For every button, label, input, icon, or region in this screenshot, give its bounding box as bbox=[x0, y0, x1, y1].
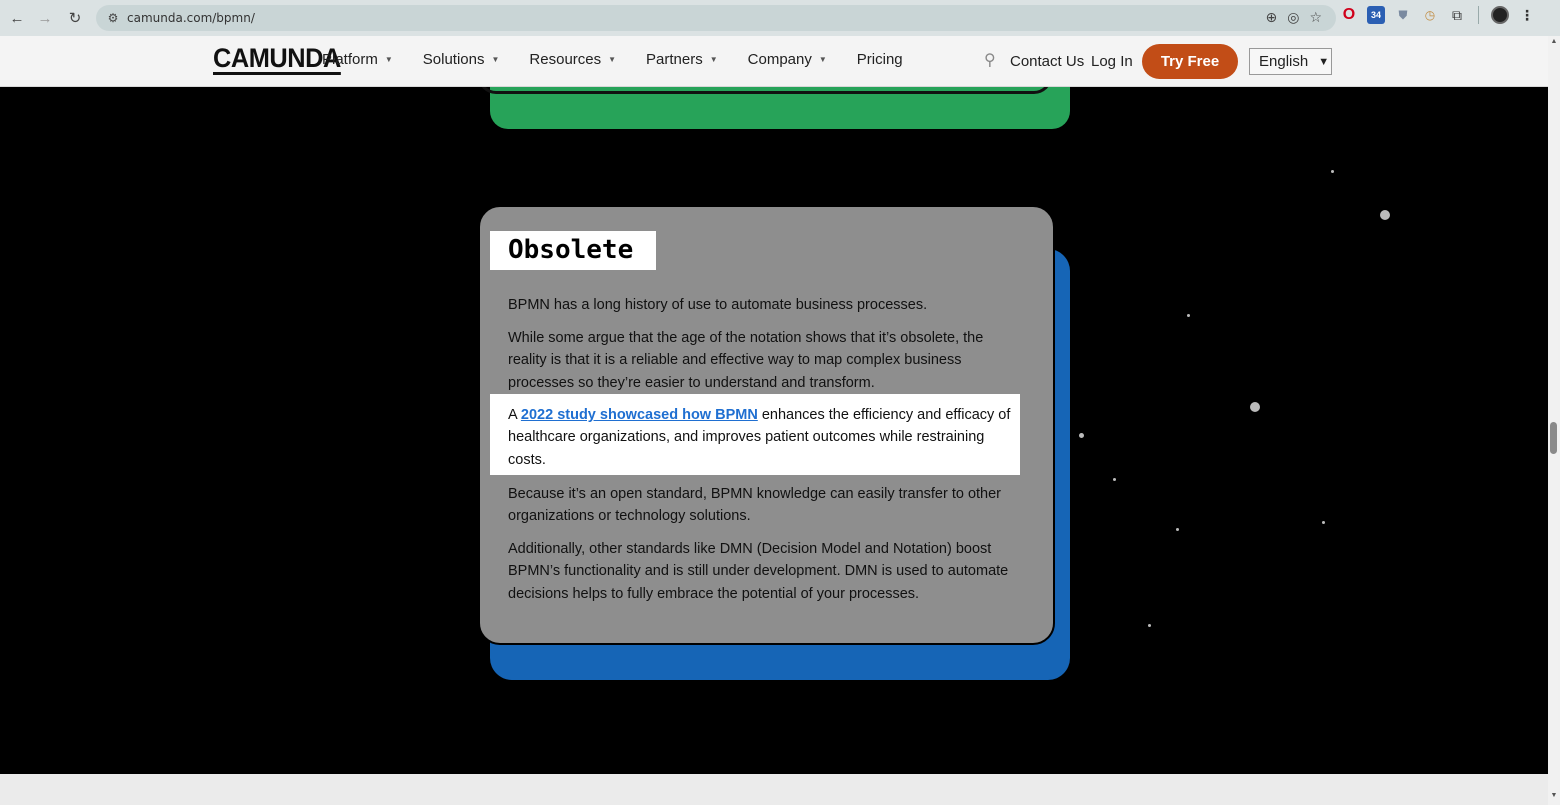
scrollbar-thumb[interactable] bbox=[1550, 422, 1557, 454]
url-text[interactable]: camunda.com/bpmn/ bbox=[127, 11, 255, 25]
profile-avatar[interactable] bbox=[1491, 6, 1509, 24]
card-title: Obsolete bbox=[508, 235, 634, 265]
toolbar-divider bbox=[1478, 6, 1479, 24]
star-decoration bbox=[1380, 210, 1390, 220]
star-decoration bbox=[1331, 170, 1334, 173]
translate-extension-icon[interactable]: 34 bbox=[1367, 6, 1385, 24]
scrollbar-track[interactable] bbox=[1548, 36, 1560, 805]
bookmark-star-icon[interactable]: ☆ bbox=[1309, 9, 1322, 26]
opera-extension-icon[interactable]: O bbox=[1340, 6, 1358, 24]
clock-extension-icon[interactable]: ◷ bbox=[1421, 6, 1439, 24]
forward-icon[interactable]: → bbox=[31, 4, 59, 32]
eye-off-icon[interactable]: ◎ bbox=[1287, 9, 1299, 26]
site-info-icon[interactable]: ⚙ bbox=[103, 11, 123, 25]
card-paragraph: BPMN has a long history of use to automa… bbox=[508, 297, 928, 313]
card-paragraph-highlighted: A 2022 study showcased how BPMN enhances… bbox=[508, 404, 1018, 471]
scroll-up-arrow-icon[interactable]: ▲ bbox=[1548, 38, 1560, 45]
card-paragraph: Because it’s an open standard, BPMN know… bbox=[508, 486, 1002, 525]
extensions-puzzle-icon[interactable]: ⧉ bbox=[1448, 6, 1466, 24]
login-link[interactable]: Log In bbox=[1091, 53, 1133, 70]
reload-icon[interactable]: ↻ bbox=[61, 4, 89, 32]
scroll-down-arrow-icon[interactable]: ▼ bbox=[1548, 792, 1560, 799]
card-paragraph: While some argue that the age of the not… bbox=[508, 330, 984, 391]
address-bar[interactable]: ⚙ camunda.com/bpmn/ ⊕ ◎ ☆ bbox=[96, 5, 1336, 31]
back-icon[interactable]: ← bbox=[3, 4, 31, 32]
previous-card-edge bbox=[478, 87, 1052, 94]
star-decoration bbox=[1113, 478, 1116, 481]
shield-extension-icon[interactable]: ⛊ bbox=[1394, 6, 1412, 24]
language-select[interactable]: English ▼ bbox=[1249, 48, 1332, 75]
browser-menu-icon[interactable]: ⋮ bbox=[1518, 6, 1536, 24]
browser-toolbar: ← → ↻ ⚙ camunda.com/bpmn/ ⊕ ◎ ☆ O 34 ⛊ ◷… bbox=[0, 0, 1560, 36]
star-decoration bbox=[1148, 624, 1151, 627]
obsolete-card: Obsolete BPMN has a long history of use … bbox=[478, 205, 1055, 645]
star-decoration bbox=[1079, 433, 1084, 438]
site-header: CAMUNDA Platform ▼ Solutions ▼ Resources ▼ … bbox=[0, 36, 1548, 87]
try-free-button[interactable]: Try Free bbox=[1142, 44, 1238, 79]
star-decoration bbox=[1176, 528, 1179, 531]
study-link[interactable]: 2022 study showcased how BPMN bbox=[521, 407, 758, 423]
card-title-box: Obsolete bbox=[490, 231, 656, 270]
language-value: English bbox=[1259, 53, 1309, 70]
content-section: Obsolete BPMN has a long history of use … bbox=[0, 87, 1548, 774]
star-decoration bbox=[1187, 314, 1190, 317]
zoom-icon[interactable]: ⊕ bbox=[1265, 9, 1277, 26]
star-decoration bbox=[1250, 402, 1260, 412]
search-icon[interactable]: ⚲ bbox=[984, 50, 996, 70]
card-paragraph: Additionally, other standards like DMN (… bbox=[508, 541, 1009, 602]
star-decoration bbox=[1322, 521, 1325, 524]
caret-down-icon: ▼ bbox=[1318, 55, 1330, 68]
text-prefix: A bbox=[508, 407, 521, 423]
contact-us-link[interactable]: Contact Us bbox=[1010, 53, 1084, 70]
next-section bbox=[0, 774, 1548, 805]
